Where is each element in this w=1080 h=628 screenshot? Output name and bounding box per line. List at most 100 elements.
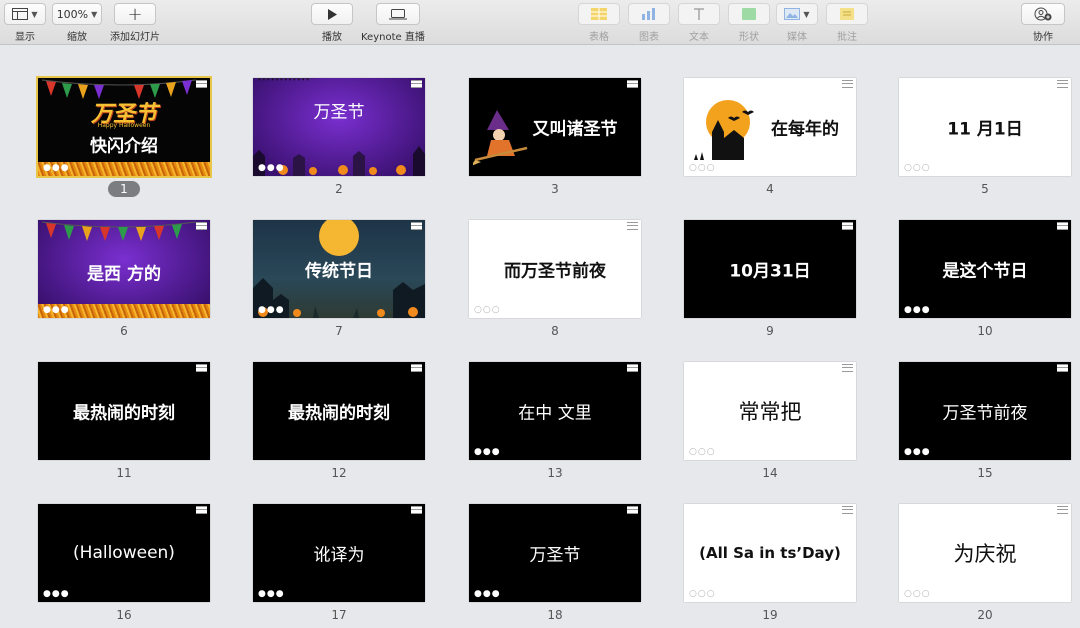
- zoom-label: 缩放: [67, 32, 87, 43]
- slide-thumbnail-3[interactable]: 又叫诸圣节: [469, 78, 641, 176]
- text-button[interactable]: [678, 3, 720, 25]
- slide-thumbnail-2[interactable]: 万圣节 ●●●: [253, 78, 425, 176]
- slide-thumbnail-17[interactable]: 讹译为 ●●●: [253, 504, 425, 602]
- chart-button[interactable]: [628, 3, 670, 25]
- keynote-live-button[interactable]: [376, 3, 421, 25]
- table-icon: [591, 8, 607, 20]
- presenter-notes-icon: [411, 222, 422, 230]
- slide-title: 万圣节: [529, 545, 581, 566]
- slide-thumbnail-15[interactable]: 万圣节前夜 ●●●: [899, 362, 1071, 460]
- live-control[interactable]: Keynote 直播: [361, 3, 425, 43]
- slide-title: 万圣节前夜: [942, 403, 1028, 424]
- bunting-decoration: [42, 221, 196, 241]
- moon-icon: [319, 220, 359, 256]
- slide-dots: ●●●: [474, 447, 501, 457]
- slide-thumbnail-1[interactable]: 万圣节 Happy Halloween 快闪介绍 ●●●: [36, 76, 212, 178]
- shape-control[interactable]: 形状: [728, 3, 770, 43]
- title-art-subtitle: Happy Halloween: [97, 122, 151, 129]
- slide-number: 19: [762, 608, 778, 622]
- slide-number: 5: [981, 182, 989, 196]
- light-table-grid: 万圣节 Happy Halloween 快闪介绍 ●●● 1 万圣节 ●●● 2: [0, 46, 1080, 628]
- slide-thumbnail-5[interactable]: 11 月1日 ○○○: [899, 78, 1071, 176]
- slide-dots: ●●●: [43, 305, 70, 315]
- chevron-down-icon: ▼: [31, 9, 38, 19]
- presenter-notes-icon: [411, 364, 422, 372]
- slide-dots: ○○○: [904, 589, 931, 599]
- presenter-notes-icon: [196, 80, 207, 88]
- slide-thumbnail-7[interactable]: 传统节日 ●●●: [253, 220, 425, 318]
- presenter-notes-icon: [1057, 222, 1068, 230]
- view-button[interactable]: ▼: [4, 3, 46, 25]
- presenter-notes-icon: [842, 506, 853, 514]
- slide-thumbnail-11[interactable]: 最热闹的时刻: [38, 362, 210, 460]
- slide-title: 最热闹的时刻: [73, 403, 175, 424]
- chart-icon: [642, 8, 655, 20]
- slide-title: 讹译为: [313, 545, 365, 566]
- slide-dots: ○○○: [689, 589, 716, 599]
- zoom-control[interactable]: 100% ▼ 缩放: [52, 3, 102, 43]
- slide-dots: ●●●: [258, 589, 285, 599]
- zoom-select[interactable]: 100% ▼: [52, 3, 102, 25]
- text-control[interactable]: 文本: [678, 3, 720, 43]
- slide-thumbnail-19[interactable]: (All Sa in ts’Day) ○○○: [684, 504, 856, 602]
- slide-number: 7: [335, 324, 343, 338]
- play-button[interactable]: [311, 3, 353, 25]
- text-label: 文本: [689, 32, 709, 43]
- chart-control[interactable]: 图表: [628, 3, 670, 43]
- slide-number: 15: [977, 466, 993, 480]
- add-slide-button[interactable]: +: [114, 3, 156, 25]
- comment-button[interactable]: [826, 3, 868, 25]
- slide-dots: ○○○: [689, 163, 716, 173]
- slide-title: 11 月1日: [947, 119, 1023, 140]
- slide-title: 常常把: [738, 400, 802, 424]
- slide-thumbnail-12[interactable]: 最热闹的时刻: [253, 362, 425, 460]
- slide-thumbnail-16[interactable]: (Halloween) ●●●: [38, 504, 210, 602]
- comment-label: 批注: [837, 32, 857, 43]
- slide-number: 3: [551, 182, 559, 196]
- slide-thumbnail-20[interactable]: 为庆祝 ○○○: [899, 504, 1071, 602]
- slide-number: 17: [331, 608, 347, 622]
- presenter-notes-icon: [196, 364, 207, 372]
- slide-thumbnail-13[interactable]: 在中 文里 ●●●: [469, 362, 641, 460]
- play-control[interactable]: 播放: [311, 3, 353, 43]
- slide-thumbnail-9[interactable]: 10月31日: [684, 220, 856, 318]
- table-control[interactable]: 表格: [578, 3, 620, 43]
- slide-title: 10月31日: [729, 261, 811, 282]
- slide-thumbnail-6[interactable]: 是西 方的 ●●●: [38, 220, 210, 318]
- slide-title: 快闪介绍: [90, 136, 158, 157]
- slide-number: 10: [977, 324, 993, 338]
- slide-dots: ●●●: [258, 163, 285, 173]
- collaborate-button[interactable]: [1021, 3, 1065, 25]
- play-icon: [328, 8, 337, 20]
- media-button[interactable]: ▼: [776, 3, 818, 25]
- presenter-notes-icon: [196, 506, 207, 514]
- presenter-notes-icon: [1057, 80, 1068, 88]
- shape-button[interactable]: [728, 3, 770, 25]
- presenter-notes-icon: [411, 506, 422, 514]
- presenter-notes-icon: [1057, 364, 1068, 372]
- slide-thumbnail-14[interactable]: 常常把 ○○○: [684, 362, 856, 460]
- presenter-notes-icon: [196, 222, 207, 230]
- chart-label: 图表: [639, 32, 659, 43]
- add-slide-control[interactable]: + 添加幻灯片: [110, 3, 160, 43]
- media-control[interactable]: ▼ 媒体: [776, 3, 818, 43]
- collaborate-control[interactable]: 协作: [1021, 3, 1065, 43]
- slide-thumbnail-10[interactable]: 是这个节日 ●●●: [899, 220, 1071, 318]
- slide-title: 传统节日: [305, 261, 373, 282]
- slide-thumbnail-18[interactable]: 万圣节 ●●●: [469, 504, 641, 602]
- collaborate-icon: [1034, 7, 1052, 21]
- slide-thumbnail-8[interactable]: 而万圣节前夜 ○○○: [469, 220, 641, 318]
- slide-dots: ●●●: [904, 305, 931, 315]
- haunted-house-icon: [694, 110, 754, 160]
- slide-dots: ●●●: [258, 305, 285, 315]
- presenter-notes-icon: [1057, 506, 1068, 514]
- table-button[interactable]: [578, 3, 620, 25]
- slide-title: 而万圣节前夜: [504, 261, 606, 282]
- add-slide-label: 添加幻灯片: [110, 32, 160, 43]
- shape-icon: [742, 8, 756, 20]
- presenter-notes-icon: [627, 80, 638, 88]
- view-control[interactable]: ▼ 显示: [4, 3, 46, 43]
- comment-control[interactable]: 批注: [826, 3, 868, 43]
- live-screen-icon: [389, 8, 408, 19]
- slide-thumbnail-4[interactable]: 在每年的 ○○○: [684, 78, 856, 176]
